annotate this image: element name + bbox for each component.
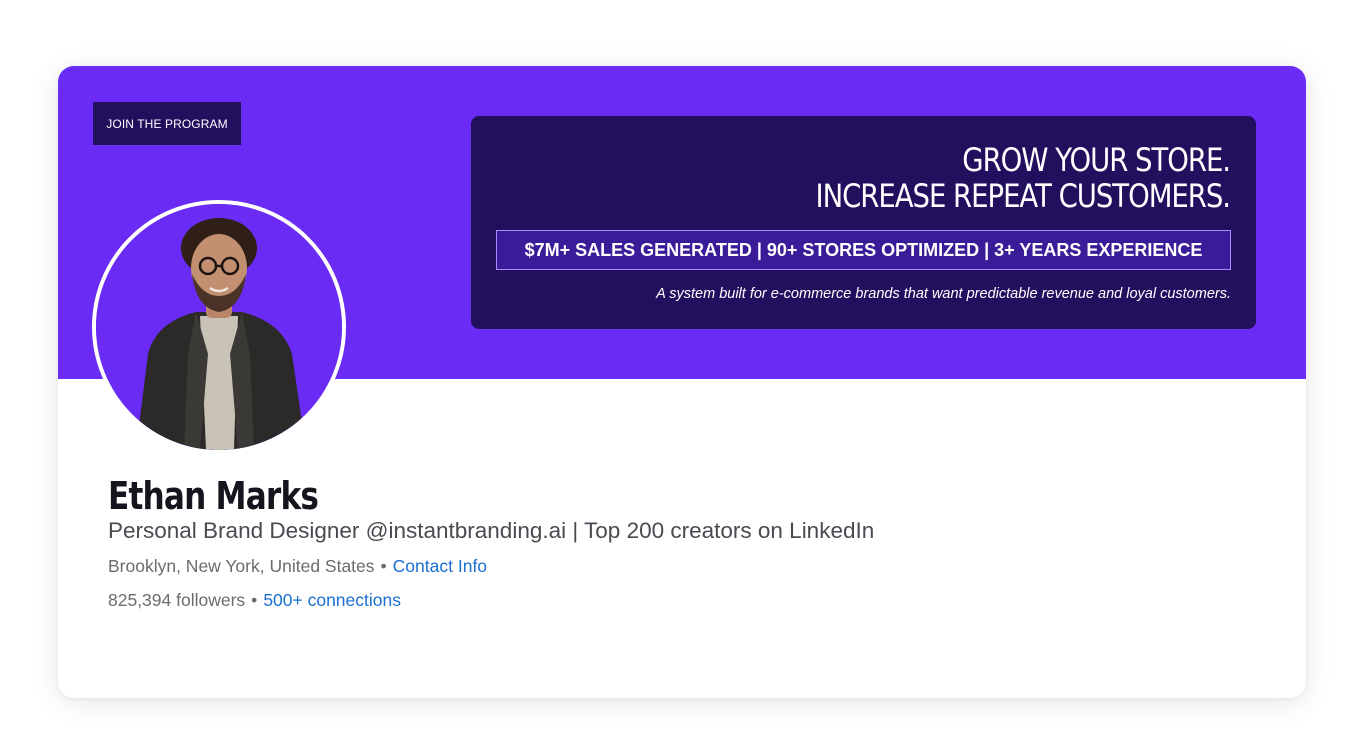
banner-tagline: A system built for e-commerce brands tha… [656, 286, 1231, 302]
join-program-button[interactable]: JOIN THE PROGRAM [93, 102, 241, 145]
contact-info-link[interactable]: Contact Info [393, 556, 487, 576]
follow-line: 825,394 followers • 500+ connections [108, 590, 401, 611]
profile-location: Brooklyn, New York, United States [108, 556, 375, 576]
separator-dot: • [251, 590, 258, 610]
banner-headline: GROW YOUR STORE. INCREASE REPEAT CUSTOME… [815, 141, 1231, 215]
connections-link[interactable]: 500+ connections [263, 590, 401, 610]
profile-name: Ethan Marks [108, 474, 319, 518]
promo-box: GROW YOUR STORE. INCREASE REPEAT CUSTOME… [471, 116, 1256, 329]
separator-dot: • [380, 556, 387, 576]
location-line: Brooklyn, New York, United States • Contac… [108, 556, 487, 577]
banner-headline-line2: INCREASE REPEAT CUSTOMERS. [815, 177, 1231, 215]
avatar[interactable] [92, 200, 346, 454]
profile-card: JOIN THE PROGRAM GROW YOUR STORE. INCREA… [58, 66, 1306, 698]
profile-photo [96, 204, 342, 450]
banner-stats: $7M+ SALES GENERATED | 90+ STORES OPTIMI… [496, 230, 1231, 270]
profile-headline: Personal Brand Designer @instantbranding… [108, 518, 875, 543]
banner-headline-line1: GROW YOUR STORE. [962, 141, 1231, 179]
followers-count: 825,394 followers [108, 590, 246, 610]
